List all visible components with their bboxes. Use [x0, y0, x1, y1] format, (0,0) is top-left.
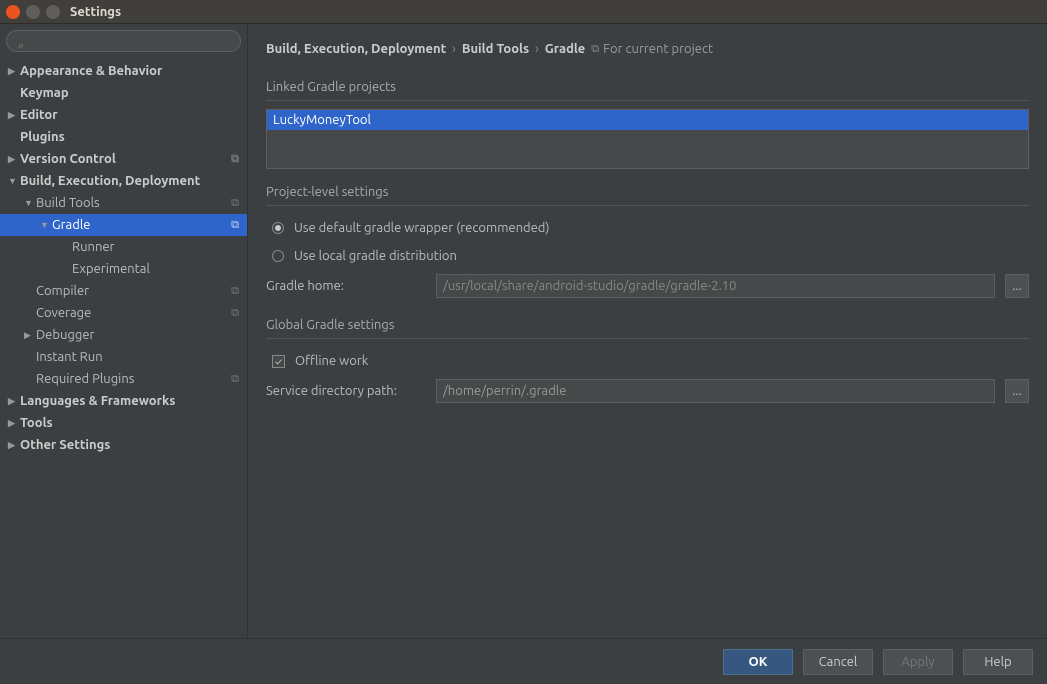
help-button[interactable]: Help — [963, 649, 1033, 675]
window-titlebar: Settings — [0, 0, 1047, 24]
breadcrumb-item[interactable]: Build Tools — [462, 42, 529, 56]
checkbox-label: Offline work — [295, 354, 368, 368]
tree-item-gradle[interactable]: ▼Gradle⧉ — [0, 214, 247, 236]
tree-item-debugger[interactable]: ▶Debugger — [0, 324, 247, 346]
tree-item-appearance[interactable]: ▶Appearance & Behavior — [0, 60, 247, 82]
project-scope-icon: ⧉ — [231, 153, 239, 166]
checkbox-icon[interactable]: ✓ — [272, 355, 285, 368]
browse-gradle-home-button[interactable]: ... — [1005, 274, 1029, 298]
breadcrumb: Build, Execution, Deployment › Build Too… — [266, 34, 1029, 64]
section-global-label: Global Gradle settings — [266, 318, 1029, 332]
project-scope-icon: ⧉ — [231, 373, 239, 386]
window-title: Settings — [70, 5, 121, 19]
radio-label: Use default gradle wrapper (recommended) — [294, 221, 550, 235]
tree-item-coverage[interactable]: Coverage⧉ — [0, 302, 247, 324]
project-scope-icon: ⧉ — [231, 197, 239, 210]
gradle-home-input — [436, 274, 995, 298]
dialog-footer: OK Cancel Apply Help — [0, 638, 1047, 684]
breadcrumb-item: Gradle — [545, 42, 586, 56]
radio-icon[interactable] — [272, 222, 284, 234]
tree-item-build-tools[interactable]: ▼Build Tools⧉ — [0, 192, 247, 214]
gradle-home-label: Gradle home: — [266, 279, 426, 293]
browse-service-dir-button[interactable]: ... — [1005, 379, 1029, 403]
section-project-level-label: Project-level settings — [266, 185, 1029, 199]
tree-item-version-control[interactable]: ▶Version Control⧉ — [0, 148, 247, 170]
window-close-icon[interactable] — [6, 5, 20, 19]
tree-item-required-plugins[interactable]: Required Plugins⧉ — [0, 368, 247, 390]
window-minimize-icon[interactable] — [26, 5, 40, 19]
separator — [266, 338, 1029, 339]
list-item[interactable]: LuckyMoneyTool — [267, 110, 1028, 130]
scope-label: For current project — [603, 42, 713, 56]
tree-item-instant-run[interactable]: Instant Run — [0, 346, 247, 368]
breadcrumb-item[interactable]: Build, Execution, Deployment — [266, 42, 446, 56]
chevron-right-icon: › — [535, 42, 539, 56]
chevron-right-icon: › — [452, 42, 456, 56]
tree-item-build-execution-deployment[interactable]: ▼Build, Execution, Deployment — [0, 170, 247, 192]
radio-use-local[interactable]: Use local gradle distribution — [272, 242, 1029, 270]
radio-label: Use local gradle distribution — [294, 249, 457, 263]
tree-item-editor[interactable]: ▶Editor — [0, 104, 247, 126]
section-linked-label: Linked Gradle projects — [266, 80, 1029, 94]
ok-button[interactable]: OK — [723, 649, 793, 675]
radio-icon[interactable] — [272, 250, 284, 262]
project-scope-icon: ⧉ — [231, 307, 239, 320]
tree-item-keymap[interactable]: Keymap — [0, 82, 247, 104]
settings-tree: ▶Appearance & Behavior Keymap ▶Editor Pl… — [0, 58, 247, 638]
project-scope-icon: ⧉ — [231, 219, 239, 232]
tree-item-experimental[interactable]: Experimental — [0, 258, 247, 280]
search-input[interactable] — [6, 30, 241, 52]
offline-work-checkbox[interactable]: ✓ Offline work — [272, 347, 1029, 375]
settings-sidebar: ⌕ ▶Appearance & Behavior Keymap ▶Editor … — [0, 24, 248, 638]
project-scope-icon: ⧉ — [231, 285, 239, 298]
linked-projects-list[interactable]: LuckyMoneyTool — [266, 109, 1029, 169]
settings-main-panel: Build, Execution, Deployment › Build Too… — [248, 24, 1047, 638]
service-dir-label: Service directory path: — [266, 384, 426, 398]
tree-item-runner[interactable]: Runner — [0, 236, 247, 258]
separator — [266, 205, 1029, 206]
service-dir-input[interactable] — [436, 379, 995, 403]
tree-item-tools[interactable]: ▶Tools — [0, 412, 247, 434]
radio-use-wrapper[interactable]: Use default gradle wrapper (recommended) — [272, 214, 1029, 242]
window-maximize-icon[interactable] — [46, 5, 60, 19]
separator — [266, 100, 1029, 101]
tree-item-compiler[interactable]: Compiler⧉ — [0, 280, 247, 302]
project-scope-icon: ⧉ — [591, 43, 599, 56]
tree-item-other-settings[interactable]: ▶Other Settings — [0, 434, 247, 456]
tree-item-plugins[interactable]: Plugins — [0, 126, 247, 148]
cancel-button[interactable]: Cancel — [803, 649, 873, 675]
tree-item-languages[interactable]: ▶Languages & Frameworks — [0, 390, 247, 412]
apply-button: Apply — [883, 649, 953, 675]
